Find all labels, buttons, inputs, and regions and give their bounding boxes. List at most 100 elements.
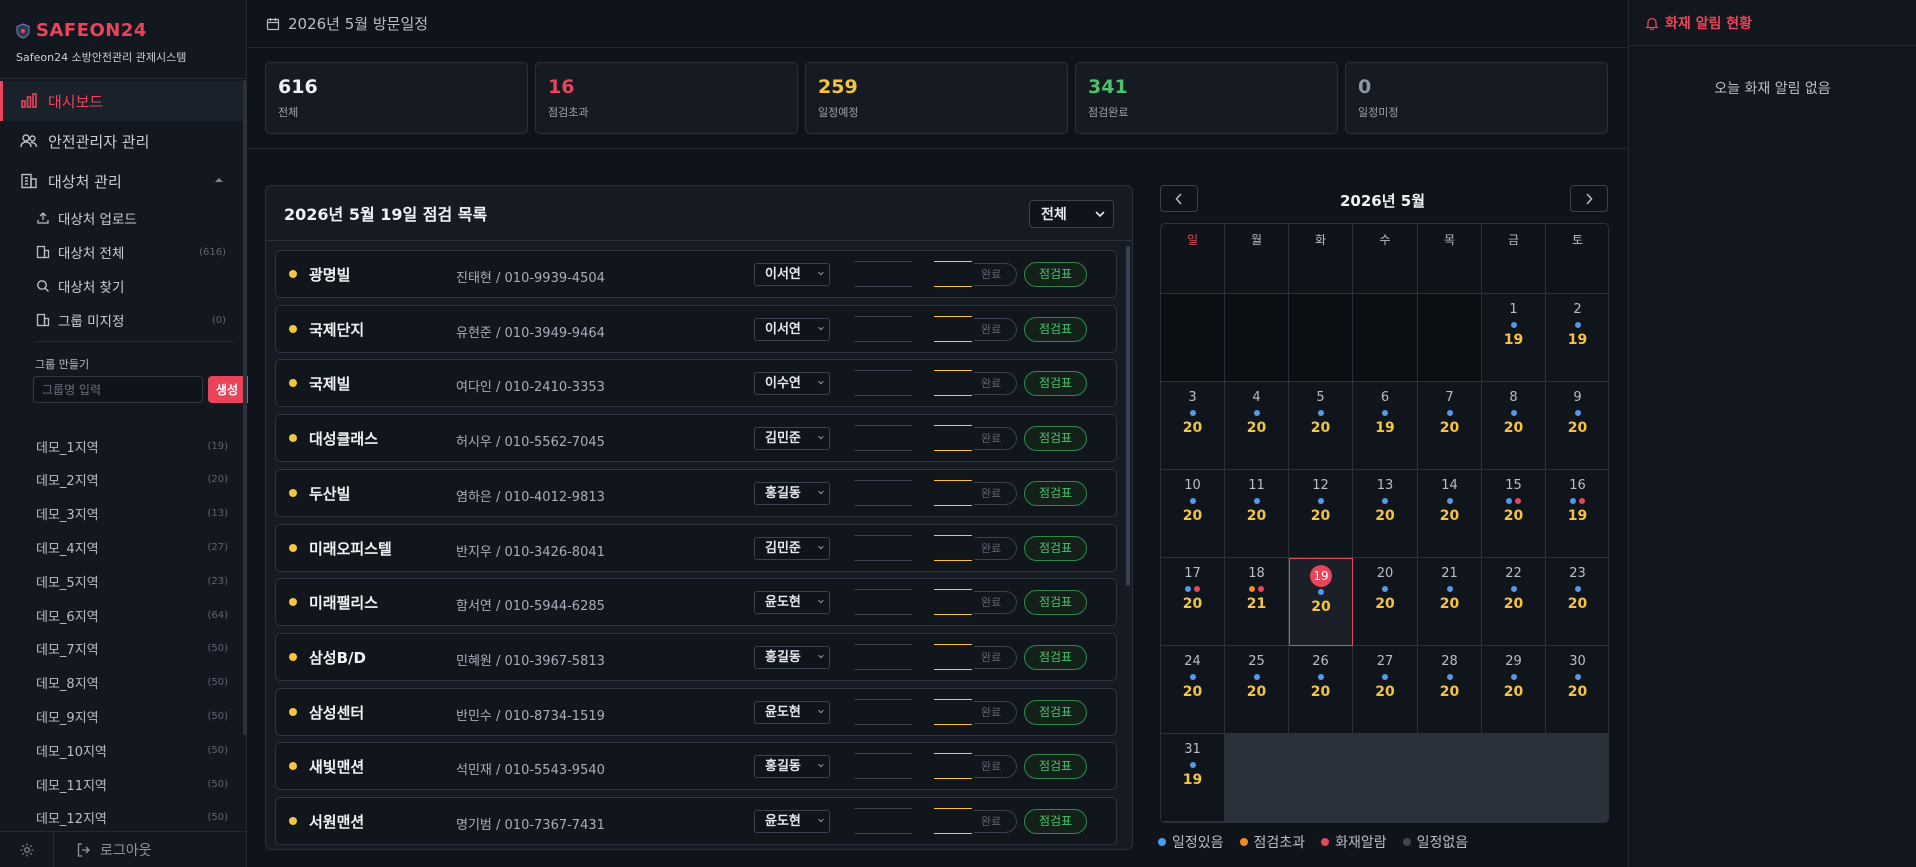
calendar-day[interactable]: 18 21	[1225, 558, 1289, 646]
time-field[interactable]	[934, 808, 972, 834]
region-item[interactable]: 데모_5지역 (23)	[36, 571, 228, 591]
date-field[interactable]	[854, 261, 912, 287]
logout-button[interactable]: 로그아웃	[54, 840, 152, 860]
time-field[interactable]	[934, 370, 972, 397]
group-create-button[interactable]: 생성	[208, 376, 248, 403]
region-item[interactable]: 데모_9지역 (50)	[36, 706, 228, 726]
stat-overdue[interactable]: 16 점검초과	[535, 62, 798, 134]
time-field[interactable]	[934, 643, 972, 670]
checklist-button[interactable]: 점검표	[1024, 699, 1087, 725]
region-item[interactable]: 데모_8지역 (50)	[36, 673, 228, 693]
calendar-day[interactable]: 20 20	[1353, 558, 1418, 646]
date-field[interactable]	[854, 315, 912, 342]
region-item[interactable]: 데모_6지역 (64)	[36, 605, 228, 625]
manager-select[interactable]: 홍길동	[754, 755, 830, 779]
subnav-upload[interactable]: 대상처 업로드	[36, 207, 226, 229]
region-item[interactable]: 데모_3지역 (13)	[36, 504, 228, 524]
time-field[interactable]	[934, 425, 972, 452]
subnav-all[interactable]: 대상처 전체 (616)	[36, 241, 226, 263]
manager-select[interactable]: 홍길동	[754, 481, 830, 505]
settings-button[interactable]	[0, 831, 54, 867]
complete-button[interactable]: 완료	[974, 700, 1017, 724]
sidebar-scrollbar[interactable]	[243, 80, 247, 735]
inspection-row[interactable]: 국제단지 유현준 / 010-3949-9464 이서연 완료 점검표	[275, 304, 1117, 353]
region-item[interactable]: 데모_4지역 (27)	[36, 537, 228, 557]
checklist-button[interactable]: 점검표	[1024, 480, 1087, 506]
manager-select[interactable]: 김민준	[754, 536, 830, 560]
calendar-day[interactable]: 5 20	[1289, 382, 1353, 470]
region-item[interactable]: 데모_7지역 (50)	[36, 639, 228, 659]
checklist-button[interactable]: 점검표	[1024, 535, 1087, 561]
checklist-button[interactable]: 점검표	[1024, 316, 1087, 342]
subnav-ungrouped[interactable]: 그룹 미지정 (0)	[36, 309, 226, 331]
calendar-day[interactable]: 6 19	[1353, 382, 1418, 470]
region-item[interactable]: 데모_12지역 (50)	[36, 808, 228, 828]
calendar-day[interactable]: 15 20	[1482, 470, 1546, 558]
prev-month-button[interactable]	[1160, 185, 1198, 212]
date-field[interactable]	[854, 753, 912, 780]
nav-dashboard[interactable]: 대시보드	[0, 81, 246, 121]
stat-scheduled[interactable]: 259 일정예정	[805, 62, 1068, 134]
calendar-day[interactable]: 13 20	[1353, 470, 1418, 558]
calendar-day[interactable]: 7 20	[1418, 382, 1482, 470]
complete-button[interactable]: 완료	[974, 755, 1017, 779]
date-field[interactable]	[854, 589, 912, 616]
list-scrollbar[interactable]	[1126, 246, 1130, 586]
date-field[interactable]	[854, 479, 912, 506]
status-filter-select[interactable]: 전체	[1029, 200, 1114, 228]
calendar-day[interactable]: 26 20	[1289, 646, 1353, 734]
date-field[interactable]	[854, 643, 912, 670]
inspection-row[interactable]: 삼성B/D 민혜원 / 010-3967-5813 홍길동 완료 점검표	[275, 632, 1117, 681]
date-field[interactable]	[854, 808, 912, 834]
inspection-row[interactable]: 미래오피스텔 반지우 / 010-3426-8041 김민준 완료 점검표	[275, 523, 1117, 572]
calendar-day[interactable]: 21 20	[1418, 558, 1482, 646]
manager-select[interactable]: 윤도현	[754, 810, 830, 833]
manager-select[interactable]: 홍길동	[754, 645, 830, 669]
calendar-day-today[interactable]: 19 20	[1289, 558, 1353, 646]
chevron-up-icon[interactable]	[214, 176, 224, 184]
time-field[interactable]	[934, 315, 972, 342]
calendar-day[interactable]: 12 20	[1289, 470, 1353, 558]
complete-button[interactable]: 완료	[974, 645, 1017, 669]
date-field[interactable]	[854, 425, 912, 452]
calendar-day[interactable]: 8 20	[1482, 382, 1546, 470]
calendar-day[interactable]: 10 20	[1161, 470, 1225, 558]
time-field[interactable]	[934, 589, 972, 616]
manager-select[interactable]: 김민준	[754, 427, 830, 451]
inspection-row[interactable]: 삼성센터 반민수 / 010-8734-1519 윤도현 완료 점검표	[275, 687, 1117, 736]
inspection-row[interactable]: 대성클래스 허시우 / 010-5562-7045 김민준 완료 점검표	[275, 414, 1117, 463]
checklist-button[interactable]: 점검표	[1024, 809, 1087, 834]
nav-targets[interactable]: 대상처 관리	[0, 161, 246, 201]
complete-button[interactable]: 완료	[974, 263, 1017, 286]
time-field[interactable]	[934, 261, 972, 287]
complete-button[interactable]: 완료	[974, 427, 1017, 451]
calendar-day[interactable]: 2 19	[1546, 294, 1608, 382]
inspection-row[interactable]: 광명빌 진태현 / 010-9939-4504 이서연 완료 점검표	[275, 250, 1117, 298]
calendar-day[interactable]: 16 19	[1546, 470, 1608, 558]
calendar-day[interactable]: 24 20	[1161, 646, 1225, 734]
inspection-row[interactable]: 두산빌 염하은 / 010-4012-9813 홍길동 완료 점검표	[275, 468, 1117, 517]
stat-total[interactable]: 616 전체	[265, 62, 528, 134]
calendar-day[interactable]: 9 20	[1546, 382, 1608, 470]
calendar-day[interactable]: 4 20	[1225, 382, 1289, 470]
calendar-day[interactable]: 30 20	[1546, 646, 1608, 734]
stat-completed[interactable]: 341 점검완료	[1075, 62, 1338, 134]
manager-select[interactable]: 이수연	[754, 372, 830, 396]
calendar-day[interactable]: 11 20	[1225, 470, 1289, 558]
stat-unscheduled[interactable]: 0 일정미정	[1345, 62, 1608, 134]
region-item[interactable]: 데모_10지역 (50)	[36, 740, 228, 760]
calendar-day[interactable]: 29 20	[1482, 646, 1546, 734]
region-item[interactable]: 데모_11지역 (50)	[36, 774, 228, 794]
manager-select[interactable]: 이서연	[754, 263, 830, 286]
manager-select[interactable]: 윤도현	[754, 700, 830, 724]
checklist-button[interactable]: 점검표	[1024, 754, 1087, 780]
checklist-button[interactable]: 점검표	[1024, 644, 1087, 670]
time-field[interactable]	[934, 534, 972, 561]
calendar-day[interactable]: 27 20	[1353, 646, 1418, 734]
inspection-row[interactable]: 새빛맨션 석민재 / 010-5543-9540 홍길동 완료 점검표	[275, 742, 1117, 791]
time-field[interactable]	[934, 698, 972, 725]
region-item[interactable]: 데모_1지역 (19)	[36, 436, 228, 456]
date-field[interactable]	[854, 370, 912, 397]
checklist-button[interactable]: 점검표	[1024, 262, 1087, 287]
time-field[interactable]	[934, 479, 972, 506]
